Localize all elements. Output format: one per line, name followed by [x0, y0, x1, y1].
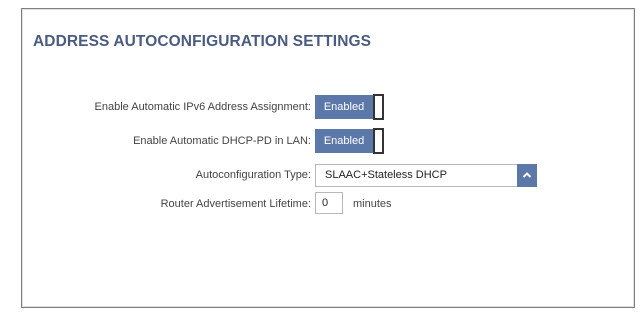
auto-ipv6-toggle[interactable]: Enabled — [315, 94, 385, 120]
dhcp-pd-toggle[interactable]: Enabled — [315, 128, 385, 154]
autoconf-type-row: Autoconfiguration Type: SLAAC+Stateless … — [22, 162, 634, 188]
auto-ipv6-row: Enable Automatic IPv6 Address Assignment… — [22, 94, 634, 120]
dropdown-button[interactable] — [517, 164, 537, 187]
autoconf-type-select[interactable]: SLAAC+Stateless DHCP — [315, 164, 537, 187]
toggle-knob[interactable] — [373, 128, 384, 154]
dhcp-pd-label: Enable Automatic DHCP-PD in LAN: — [133, 135, 311, 147]
dhcp-pd-row: Enable Automatic DHCP-PD in LAN: Enabled — [22, 128, 634, 154]
ra-lifetime-row: Router Advertisement Lifetime: minutes — [22, 191, 634, 217]
settings-panel: ADDRESS AUTOCONFIGURATION SETTINGS Enabl… — [21, 8, 635, 308]
ra-lifetime-label: Router Advertisement Lifetime: — [160, 198, 311, 210]
chevron-up-icon — [522, 172, 532, 178]
ra-lifetime-unit: minutes — [353, 198, 392, 210]
toggle-knob[interactable] — [373, 94, 384, 120]
autoconf-type-value: SLAAC+Stateless DHCP — [325, 169, 447, 181]
dhcp-pd-toggle-state: Enabled — [315, 129, 373, 153]
autoconf-type-label: Autoconfiguration Type: — [195, 169, 311, 181]
ra-lifetime-input[interactable] — [315, 192, 343, 214]
auto-ipv6-toggle-state: Enabled — [315, 95, 373, 119]
section-title: ADDRESS AUTOCONFIGURATION SETTINGS — [33, 33, 372, 50]
auto-ipv6-label: Enable Automatic IPv6 Address Assignment… — [94, 101, 311, 113]
